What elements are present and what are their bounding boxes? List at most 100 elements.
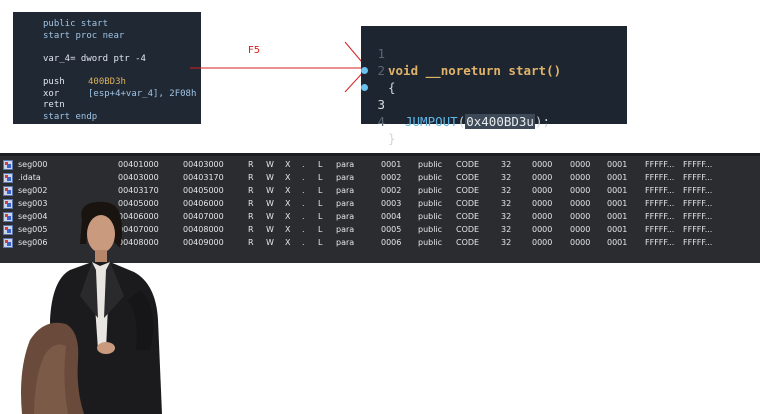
cell-end: 00408000 bbox=[183, 225, 224, 234]
cell-r: R bbox=[248, 212, 254, 221]
code-line-3[interactable]: 3 JUMPOUT(0x400BD3u); bbox=[361, 62, 627, 129]
cell-x: X bbox=[285, 225, 291, 234]
asm-line[interactable]: public start bbox=[43, 19, 201, 31]
cell-align: para bbox=[336, 199, 355, 208]
cell-d: . bbox=[302, 160, 305, 169]
cell-start: 00403000 bbox=[118, 173, 159, 182]
segment-icon bbox=[3, 160, 13, 170]
cell-gs: FFFFF... bbox=[683, 212, 713, 221]
cell-class: CODE bbox=[456, 199, 480, 208]
cell-gs: FFFFF... bbox=[683, 160, 713, 169]
table-row[interactable]: seg002 00403170 00405000 R W X. Lpara 0002 publi… bbox=[0, 185, 760, 198]
cell-l: L bbox=[318, 212, 323, 221]
cell-fs: FFFFF... bbox=[645, 238, 675, 247]
asm-line[interactable]: retn bbox=[43, 100, 201, 112]
call-name: JUMPOUT bbox=[405, 114, 458, 129]
asm-line-blank bbox=[43, 42, 201, 54]
cell-fs: FFFFF... bbox=[645, 186, 675, 195]
cell-class: CODE bbox=[456, 225, 480, 234]
cell-name: seg002 bbox=[18, 186, 48, 195]
cell-ss: 0000 bbox=[570, 199, 591, 208]
cell-type: public bbox=[418, 212, 443, 221]
cell-start: 00403170 bbox=[118, 186, 159, 195]
breakpoint-dot-icon[interactable] bbox=[361, 84, 368, 91]
cell-align: para bbox=[336, 225, 355, 234]
code-line-4[interactable]: 4 } bbox=[361, 79, 627, 146]
cell-w: W bbox=[266, 238, 274, 247]
asm-operand: [esp+4+var_4], 2F08h bbox=[88, 88, 197, 99]
cell-x: X bbox=[285, 199, 291, 208]
cell-name: .idata bbox=[18, 173, 41, 182]
cell-align: para bbox=[336, 173, 355, 182]
selected-argument[interactable]: 0x400BD3u bbox=[465, 114, 535, 129]
cell-l: L bbox=[318, 225, 323, 234]
table-row[interactable]: seg000 00401000 00403000 R W X. Lpara 0001 publi… bbox=[0, 159, 760, 172]
cell-end: 00407000 bbox=[183, 212, 224, 221]
breakpoint-dot-icon[interactable] bbox=[361, 67, 368, 74]
cell-base: 0002 bbox=[381, 173, 402, 182]
cell-end: 00406000 bbox=[183, 199, 224, 208]
cell-class: CODE bbox=[456, 186, 480, 195]
cell-x: X bbox=[285, 186, 291, 195]
cell-ss: 0000 bbox=[570, 160, 591, 169]
cell-gs: FFFFF... bbox=[683, 186, 713, 195]
asm-mnemonic: xor bbox=[43, 88, 60, 99]
cell-d: . bbox=[302, 186, 305, 195]
cell-x: X bbox=[285, 173, 291, 182]
cell-w: W bbox=[266, 199, 274, 208]
face bbox=[87, 215, 115, 253]
cell-start: 00401000 bbox=[118, 160, 159, 169]
cell-type: public bbox=[418, 160, 443, 169]
cell-class: CODE bbox=[456, 173, 480, 182]
cell-w: W bbox=[266, 225, 274, 234]
asm-line[interactable]: start endp bbox=[43, 112, 201, 124]
pseudocode-view[interactable]: 1 void __noreturn start() 2 { 3 JUMPOUT(… bbox=[361, 26, 627, 146]
cell-align: para bbox=[336, 238, 355, 247]
cell-es: 0000 bbox=[532, 173, 553, 182]
cell-end: 00409000 bbox=[183, 238, 224, 247]
cell-bits: 32 bbox=[501, 160, 512, 169]
cell-l: L bbox=[318, 199, 323, 208]
cell-ds: 0001 bbox=[607, 173, 628, 182]
cell-es: 0000 bbox=[532, 199, 553, 208]
cell-r: R bbox=[248, 160, 254, 169]
arg-selected: 00BD3u bbox=[488, 114, 534, 129]
cell-class: CODE bbox=[456, 212, 480, 221]
cell-ds: 0001 bbox=[607, 186, 628, 195]
asm-line[interactable]: xor [esp+4+var_4], 2F08h bbox=[43, 89, 201, 101]
asm-mnemonic: retn bbox=[43, 100, 65, 111]
cell-base: 0004 bbox=[381, 212, 402, 221]
cell-base: 0003 bbox=[381, 199, 402, 208]
asm-line[interactable]: var_4= dword ptr -4 bbox=[43, 54, 201, 66]
cell-d: . bbox=[302, 225, 305, 234]
cell-r: R bbox=[248, 186, 254, 195]
cell-fs: FFFFF... bbox=[645, 225, 675, 234]
cell-es: 0000 bbox=[532, 225, 553, 234]
cell-base: 0002 bbox=[381, 186, 402, 195]
asm-line[interactable]: push 400BD3h bbox=[43, 77, 201, 89]
cell-x: X bbox=[285, 160, 291, 169]
cell-end: 00403000 bbox=[183, 160, 224, 169]
cell-class: CODE bbox=[456, 238, 480, 247]
cell-l: L bbox=[318, 160, 323, 169]
cell-base: 0001 bbox=[381, 160, 402, 169]
cell-fs: FFFFF... bbox=[645, 160, 675, 169]
cell-bits: 32 bbox=[501, 225, 512, 234]
cell-fs: FFFFF... bbox=[645, 199, 675, 208]
asm-line-blank bbox=[43, 65, 201, 77]
disassembly-view[interactable]: public start start proc near var_4= dwor… bbox=[13, 12, 201, 124]
cell-w: W bbox=[266, 160, 274, 169]
segment-icon bbox=[3, 186, 13, 196]
close-paren: ); bbox=[534, 114, 551, 129]
code-line-2[interactable]: 2 { bbox=[361, 45, 627, 95]
cell-w: W bbox=[266, 212, 274, 221]
cell-align: para bbox=[336, 212, 355, 221]
cell-bits: 32 bbox=[501, 199, 512, 208]
cell-r: R bbox=[248, 199, 254, 208]
cell-gs: FFFFF... bbox=[683, 238, 713, 247]
table-row[interactable]: .idata 00403000 00403170 R W X. Lpara 0002 publi… bbox=[0, 172, 760, 185]
cell-ds: 0001 bbox=[607, 212, 628, 221]
code-line-1[interactable]: 1 void __noreturn start() bbox=[361, 28, 627, 78]
asm-line[interactable]: start proc near bbox=[43, 31, 201, 43]
cell-ss: 0000 bbox=[570, 212, 591, 221]
